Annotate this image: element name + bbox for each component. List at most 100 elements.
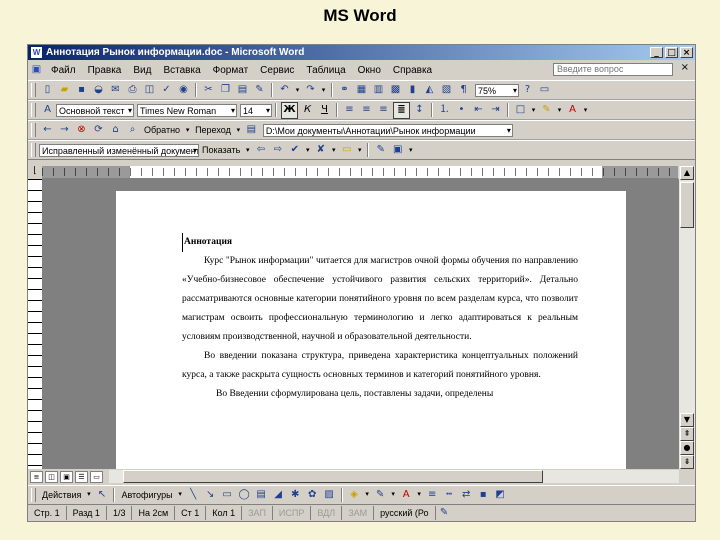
help-question-input[interactable] bbox=[553, 63, 673, 76]
line-color-icon[interactable]: ✎ bbox=[373, 487, 388, 502]
menu-help[interactable]: Справка bbox=[387, 65, 438, 76]
border-dropdown-icon[interactable]: ▾ bbox=[530, 103, 537, 118]
paragraph[interactable]: Во введении показана структура, приведен… bbox=[182, 347, 578, 385]
web-layout-icon[interactable]: ◫ bbox=[45, 470, 58, 483]
fill-color-icon[interactable]: ◈ bbox=[347, 487, 362, 502]
next-change-icon[interactable]: ⇨ bbox=[270, 143, 285, 158]
3d-icon[interactable]: ◩ bbox=[493, 487, 508, 502]
bold-button[interactable]: Ж bbox=[281, 101, 298, 119]
email-icon[interactable]: ✉ bbox=[108, 83, 123, 98]
actions-dropdown-icon[interactable]: ▾ bbox=[85, 487, 92, 502]
horizontal-scrollbar[interactable] bbox=[109, 470, 679, 483]
scroll-up-icon[interactable]: ▲ bbox=[680, 166, 694, 180]
style-combo[interactable]: Основной текст bbox=[56, 103, 134, 117]
draw-font-color-icon[interactable]: A bbox=[399, 487, 414, 502]
comment-dropdown-icon[interactable]: ▾ bbox=[356, 143, 363, 158]
reading-view-icon[interactable]: ▭ bbox=[90, 470, 103, 483]
toolbar-grip[interactable] bbox=[31, 487, 36, 502]
copy-icon[interactable]: ❐ bbox=[218, 83, 233, 98]
back-arrow-icon[interactable]: ← bbox=[40, 123, 55, 138]
reject-dropdown-icon[interactable]: ▾ bbox=[330, 143, 337, 158]
next-page-icon[interactable]: ⇟ bbox=[680, 455, 694, 469]
oval-icon[interactable]: ◯ bbox=[237, 487, 252, 502]
drawing-icon[interactable]: ◭ bbox=[422, 83, 437, 98]
diagram-icon[interactable]: ✱ bbox=[288, 487, 303, 502]
menu-view[interactable]: Вид bbox=[127, 65, 157, 76]
document-close-icon[interactable]: × bbox=[681, 62, 689, 73]
browse-object-icon[interactable]: ● bbox=[680, 441, 694, 455]
menu-edit[interactable]: Правка bbox=[82, 65, 128, 76]
document-text[interactable]: Аннотация Курс "Рынок информации" читает… bbox=[182, 233, 578, 404]
favorites-label[interactable]: Обратно bbox=[141, 125, 183, 135]
paragraph[interactable]: Во Введении сформулирована цель, поставл… bbox=[182, 385, 578, 404]
show-hide-icon[interactable]: ¶ bbox=[456, 83, 471, 98]
status-track-changes[interactable]: ИСПР bbox=[273, 506, 312, 520]
line-color-dropdown-icon[interactable]: ▾ bbox=[390, 487, 397, 502]
forward-arrow-icon[interactable]: → bbox=[57, 123, 72, 138]
redo-dropdown-icon[interactable]: ▾ bbox=[320, 83, 327, 98]
insert-picture-icon[interactable]: ▨ bbox=[322, 487, 337, 502]
arrow-icon[interactable]: ↘ bbox=[203, 487, 218, 502]
show-markup-label[interactable]: Показать bbox=[199, 145, 243, 155]
wordart-icon[interactable]: ◢ bbox=[271, 487, 286, 502]
highlight-dropdown-icon[interactable]: ▾ bbox=[556, 103, 563, 118]
paragraph[interactable]: Курс "Рынок информации" читается для маг… bbox=[182, 252, 578, 347]
status-extend[interactable]: ВДЛ bbox=[311, 506, 343, 520]
line-spacing-icon[interactable]: ↕ bbox=[412, 103, 427, 118]
print-layout-icon[interactable]: ▣ bbox=[60, 470, 73, 483]
maximize-button[interactable]: □ bbox=[665, 47, 678, 58]
show-only-web-toolbar-icon[interactable]: ▤ bbox=[244, 123, 259, 138]
highlight-icon[interactable]: ✎ bbox=[539, 103, 554, 118]
align-center-icon[interactable]: ≡ bbox=[359, 103, 374, 118]
toolbar-grip[interactable] bbox=[31, 103, 36, 117]
increase-indent-icon[interactable]: ⇥ bbox=[488, 103, 503, 118]
favorites-dropdown-icon[interactable]: ▾ bbox=[184, 123, 191, 138]
status-overtype[interactable]: ЗАМ bbox=[342, 506, 375, 520]
normal-view-icon[interactable]: ≡ bbox=[30, 470, 43, 483]
bullets-icon[interactable]: • bbox=[454, 103, 469, 118]
undo-dropdown-icon[interactable]: ▾ bbox=[294, 83, 301, 98]
menu-insert[interactable]: Вставка bbox=[157, 65, 206, 76]
status-language[interactable]: русский (Ро bbox=[374, 506, 436, 520]
toolbar-grip[interactable] bbox=[31, 83, 36, 97]
minimize-button[interactable]: _ bbox=[650, 47, 663, 58]
reviewing-pane-dropdown-icon[interactable]: ▾ bbox=[407, 143, 414, 158]
home-icon[interactable]: ⌂ bbox=[108, 123, 123, 138]
draw-actions-label[interactable]: Действия bbox=[39, 490, 84, 500]
numbering-icon[interactable]: ⒈ bbox=[437, 103, 452, 118]
underline-button[interactable]: Ч bbox=[317, 103, 332, 118]
go-label[interactable]: Переход bbox=[192, 125, 234, 135]
spelling-status-icon[interactable]: ✎ bbox=[437, 506, 452, 521]
arrow-style-icon[interactable]: ⇄ bbox=[459, 487, 474, 502]
fill-dropdown-icon[interactable]: ▾ bbox=[364, 487, 371, 502]
align-left-icon[interactable]: ≡ bbox=[342, 103, 357, 118]
font-size-combo[interactable]: 14 bbox=[240, 103, 272, 117]
document-heading[interactable]: Аннотация bbox=[182, 233, 578, 252]
decrease-indent-icon[interactable]: ⇤ bbox=[471, 103, 486, 118]
insert-table-icon[interactable]: ▥ bbox=[371, 83, 386, 98]
menu-table[interactable]: Таблица bbox=[300, 65, 351, 76]
horizontal-ruler[interactable] bbox=[42, 166, 678, 179]
accept-dropdown-icon[interactable]: ▾ bbox=[304, 143, 311, 158]
shadow-icon[interactable]: ▪ bbox=[476, 487, 491, 502]
permission-icon[interactable]: ◒ bbox=[91, 83, 106, 98]
address-combo[interactable]: D:\Мои документы\Аннотации\Рынок информа… bbox=[262, 123, 513, 137]
menu-tools[interactable]: Сервис bbox=[254, 65, 300, 76]
track-changes-icon[interactable]: ✎ bbox=[373, 143, 388, 158]
font-color-icon[interactable]: A bbox=[565, 103, 580, 118]
menu-format[interactable]: Формат bbox=[207, 65, 255, 76]
new-comment-icon[interactable]: ▭ bbox=[339, 143, 354, 158]
menu-file[interactable]: Файл bbox=[45, 65, 82, 76]
open-folder-icon[interactable]: ▰ bbox=[57, 83, 72, 98]
display-for-review-combo[interactable]: Исправленный изменённый документ bbox=[39, 143, 199, 157]
document-page[interactable]: Аннотация Курс "Рынок информации" читает… bbox=[116, 191, 626, 469]
insert-excel-icon[interactable]: ▩ bbox=[388, 83, 403, 98]
border-icon[interactable]: □ bbox=[513, 103, 528, 118]
hyperlink-icon[interactable]: ⚭ bbox=[337, 83, 352, 98]
align-right-icon[interactable]: ≡ bbox=[376, 103, 391, 118]
styles-formatting-icon[interactable]: A bbox=[40, 103, 55, 118]
tables-borders-icon[interactable]: ▦ bbox=[354, 83, 369, 98]
vertical-scrollbar[interactable]: ▲ ▼ ⇞ ● ⇟ bbox=[679, 166, 695, 469]
cut-icon[interactable]: ✂ bbox=[201, 83, 216, 98]
search-web-icon[interactable]: ⌕ bbox=[125, 123, 140, 138]
